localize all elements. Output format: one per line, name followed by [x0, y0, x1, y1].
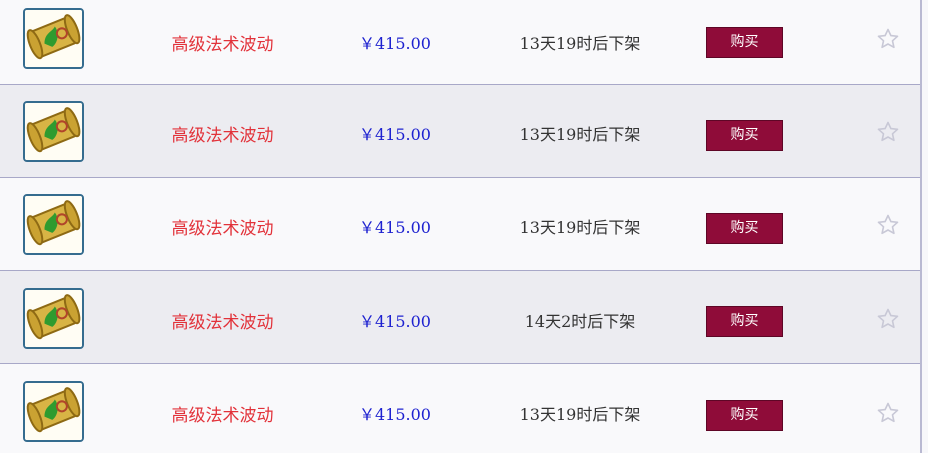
- item-price: ￥415.00: [359, 125, 431, 144]
- listing-table: 高级法术波动 ￥415.00 13天19时后下架 购买 高级法术波动 ￥415.…: [0, 0, 922, 453]
- time-remaining: 13天19时后下架: [519, 405, 641, 424]
- star-outline-icon[interactable]: [876, 213, 900, 237]
- item-name[interactable]: 高级法术波动: [150, 401, 295, 426]
- star-outline-icon[interactable]: [876, 27, 900, 51]
- listing-row: 高级法术波动 ￥415.00 13天19时后下架 购买: [0, 364, 920, 453]
- item-name[interactable]: 高级法术波动: [150, 121, 295, 146]
- item-thumbnail[interactable]: [23, 194, 84, 255]
- item-price: ￥415.00: [359, 218, 431, 237]
- item-price: ￥415.00: [359, 405, 431, 424]
- buy-button[interactable]: 购买: [706, 213, 783, 244]
- time-remaining: 13天19时后下架: [519, 34, 641, 53]
- scroll-icon: [25, 383, 82, 440]
- buy-button[interactable]: 购买: [706, 306, 783, 337]
- listing-row: 高级法术波动 ￥415.00 13天19时后下架 购买: [0, 178, 920, 271]
- star-outline-icon[interactable]: [876, 401, 900, 425]
- listing-row: 高级法术波动 ￥415.00 14天2时后下架 购买: [0, 271, 920, 364]
- buy-button[interactable]: 购买: [706, 400, 783, 431]
- scroll-icon: [25, 290, 82, 347]
- item-thumbnail[interactable]: [23, 381, 84, 442]
- buy-button[interactable]: 购买: [706, 27, 783, 58]
- buy-button[interactable]: 购买: [706, 120, 783, 151]
- time-remaining: 14天2时后下架: [524, 312, 636, 331]
- time-remaining: 13天19时后下架: [519, 125, 641, 144]
- item-price: ￥415.00: [359, 312, 431, 331]
- item-name[interactable]: 高级法术波动: [150, 214, 295, 239]
- scroll-icon: [25, 10, 82, 67]
- scroll-icon: [25, 196, 82, 253]
- star-outline-icon[interactable]: [876, 120, 900, 144]
- item-thumbnail[interactable]: [23, 288, 84, 349]
- listing-row: 高级法术波动 ￥415.00 13天19时后下架 购买: [0, 85, 920, 178]
- listing-row: 高级法术波动 ￥415.00 13天19时后下架 购买: [0, 0, 920, 85]
- item-thumbnail[interactable]: [23, 8, 84, 69]
- time-remaining: 13天19时后下架: [519, 218, 641, 237]
- item-name[interactable]: 高级法术波动: [150, 30, 295, 55]
- star-outline-icon[interactable]: [876, 307, 900, 331]
- item-price: ￥415.00: [359, 34, 431, 53]
- item-name[interactable]: 高级法术波动: [150, 308, 295, 333]
- scroll-icon: [25, 103, 82, 160]
- item-thumbnail[interactable]: [23, 101, 84, 162]
